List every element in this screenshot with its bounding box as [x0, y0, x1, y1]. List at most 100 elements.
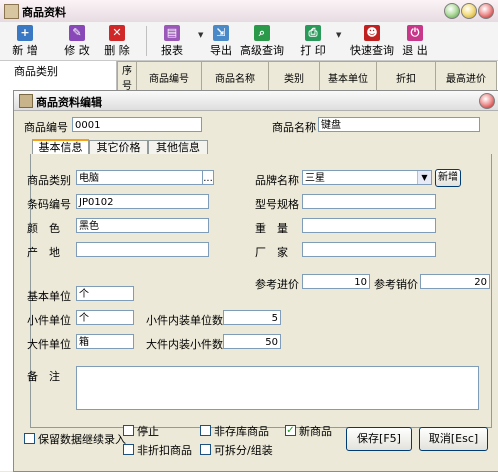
big-unit-label: 大件单位 [27, 338, 71, 351]
color-field[interactable]: 黑色 [76, 218, 209, 233]
weight-field[interactable] [302, 218, 436, 233]
toolbar: + 新 增 ✎ 修 改 ✕ 删 除 ▤ 报表 ▼ ⇲ 导出 ⌕ 高级查询 ⎙ 打… [0, 22, 498, 61]
big-qty-label: 大件内装小件数 [146, 338, 223, 351]
category-label: 商品类别 [27, 174, 71, 187]
grid-header[interactable]: 商品名称 [201, 61, 269, 93]
keep-entry-label: 保留数据继续录入 [38, 433, 126, 446]
pencil-icon: ✎ [69, 25, 85, 41]
minimize-button[interactable] [444, 3, 460, 19]
color-label: 颜 色 [27, 222, 60, 235]
quick-query-button[interactable]: ☻ 快速查询 [348, 22, 396, 58]
delete-x-icon: ✕ [109, 25, 125, 41]
small-qty-label: 小件内装单位数 [146, 314, 223, 327]
grid-header[interactable]: 类别 [268, 61, 320, 93]
brand-label: 品牌名称 [255, 174, 299, 187]
grid-header[interactable]: 序号 [117, 61, 137, 93]
report-button[interactable]: ▤ 报表 [152, 22, 192, 58]
name-field[interactable]: 键盘 [318, 117, 480, 132]
window-title: 商品资料 [22, 6, 66, 19]
grid-header[interactable]: 最高进价 [435, 61, 497, 93]
no-discount-checkbox[interactable] [123, 444, 134, 455]
close-button[interactable] [478, 3, 494, 19]
new-button[interactable]: + 新 增 [8, 22, 42, 58]
dialog-titlebar: 商品资料编辑 [14, 91, 498, 111]
category-field[interactable]: 电脑 [76, 170, 204, 185]
keep-entry-checkbox[interactable] [24, 433, 35, 444]
small-unit-label: 小件单位 [27, 314, 71, 327]
base-unit-label: 基本单位 [27, 290, 71, 303]
no-stock-label: 非存库商品 [214, 425, 269, 438]
stop-label: 停止 [137, 425, 159, 438]
big-qty-field[interactable]: 50 [223, 334, 281, 349]
print-dropdown-icon[interactable]: ▼ [336, 31, 341, 39]
code-field[interactable]: 0001 [72, 117, 202, 132]
export-button[interactable]: ⇲ 导出 [206, 22, 236, 58]
maker-field[interactable] [302, 242, 436, 257]
exit-button[interactable]: ⏻ 退 出 [398, 22, 432, 58]
category-browse-button[interactable]: ... [202, 170, 214, 185]
splittable-label: 可拆分/组装 [214, 444, 273, 457]
dialog-title: 商品资料编辑 [36, 96, 102, 109]
origin-field[interactable] [76, 242, 209, 257]
no-stock-checkbox[interactable] [200, 425, 211, 436]
no-discount-label: 非折扣商品 [137, 444, 192, 457]
users-icon: ☻ [364, 25, 380, 41]
tab-other-prices[interactable]: 其它价格 [89, 140, 148, 155]
brand-new-button[interactable]: 新增 [435, 169, 461, 187]
tab-other-info[interactable]: 其他信息 [148, 140, 208, 155]
model-field[interactable] [302, 194, 436, 209]
name-label: 商品名称 [272, 121, 316, 134]
base-unit-field[interactable]: 个 [76, 286, 134, 301]
grid-header[interactable]: 商品编号 [136, 61, 202, 93]
save-button[interactable]: 保存[F5] [346, 427, 412, 451]
code-label: 商品编号 [24, 121, 68, 134]
grid-header-row: 序号 商品编号 商品名称 类别 基本单位 折扣 最高进价 [117, 61, 497, 93]
weight-label: 重 量 [255, 222, 288, 235]
ref-price-label: 参考销价 [374, 278, 418, 291]
export-icon: ⇲ [213, 25, 229, 41]
stop-checkbox[interactable] [123, 425, 134, 436]
barcode-label: 条码编号 [27, 198, 71, 211]
power-icon: ⏻ [407, 25, 423, 41]
printer-icon: ⎙ [305, 25, 321, 41]
new-product-label: 新商品 [299, 425, 332, 438]
remark-field[interactable] [76, 366, 479, 410]
dialog-app-icon [19, 94, 33, 108]
app-icon [4, 4, 19, 19]
advanced-query-button[interactable]: ⌕ 高级查询 [238, 22, 286, 58]
print-button[interactable]: ⎙ 打 印 [296, 22, 330, 58]
report-icon: ▤ [164, 25, 180, 41]
ref-price-field[interactable]: 20 [420, 274, 490, 289]
ref-cost-field[interactable]: 10 [302, 274, 370, 289]
brand-value: 三星 [305, 173, 325, 184]
remark-label: 备 注 [27, 370, 60, 383]
maximize-button[interactable] [461, 3, 477, 19]
small-unit-field[interactable]: 个 [76, 310, 134, 325]
origin-label: 产 地 [27, 246, 60, 259]
checkmark-icon: ✓ [286, 425, 295, 436]
big-unit-field[interactable]: 箱 [76, 334, 134, 349]
model-label: 型号规格 [255, 198, 299, 211]
edit-button[interactable]: ✎ 修 改 [60, 22, 94, 58]
category-tree-root[interactable]: 商品类别 [14, 63, 58, 79]
brand-select[interactable]: 三星 ▼ [302, 170, 432, 185]
new-product-checkbox[interactable]: ✓ [285, 425, 296, 436]
window-titlebar: 商品资料 [0, 0, 498, 23]
edit-dialog: 商品资料编辑 商品编号 0001 商品名称 键盘 基本信息 其它价格 其他信息 … [13, 90, 498, 472]
small-qty-field[interactable]: 5 [223, 310, 281, 325]
dialog-close-button[interactable] [479, 93, 495, 109]
toolbar-separator [146, 26, 147, 56]
magnifier-icon: ⌕ [254, 25, 270, 41]
ref-cost-label: 参考进价 [255, 278, 299, 291]
product-grid[interactable]: 序号 商品编号 商品名称 类别 基本单位 折扣 最高进价 1 0001 键盘 电… [117, 61, 498, 109]
maker-label: 厂 家 [255, 246, 288, 259]
grid-header[interactable]: 折扣 [376, 61, 436, 93]
cancel-button[interactable]: 取消[Esc] [419, 427, 488, 451]
chevron-down-icon[interactable]: ▼ [417, 171, 431, 184]
barcode-field[interactable]: JP0102 [76, 194, 209, 209]
delete-button[interactable]: ✕ 删 除 [100, 22, 134, 58]
grid-header[interactable]: 基本单位 [319, 61, 377, 93]
report-dropdown-icon[interactable]: ▼ [198, 31, 203, 39]
splittable-checkbox[interactable] [200, 444, 211, 455]
basic-info-panel: 商品类别 电脑 ... 品牌名称 三星 ▼ 新增 条码编号 JP0102 型号规… [27, 154, 492, 428]
